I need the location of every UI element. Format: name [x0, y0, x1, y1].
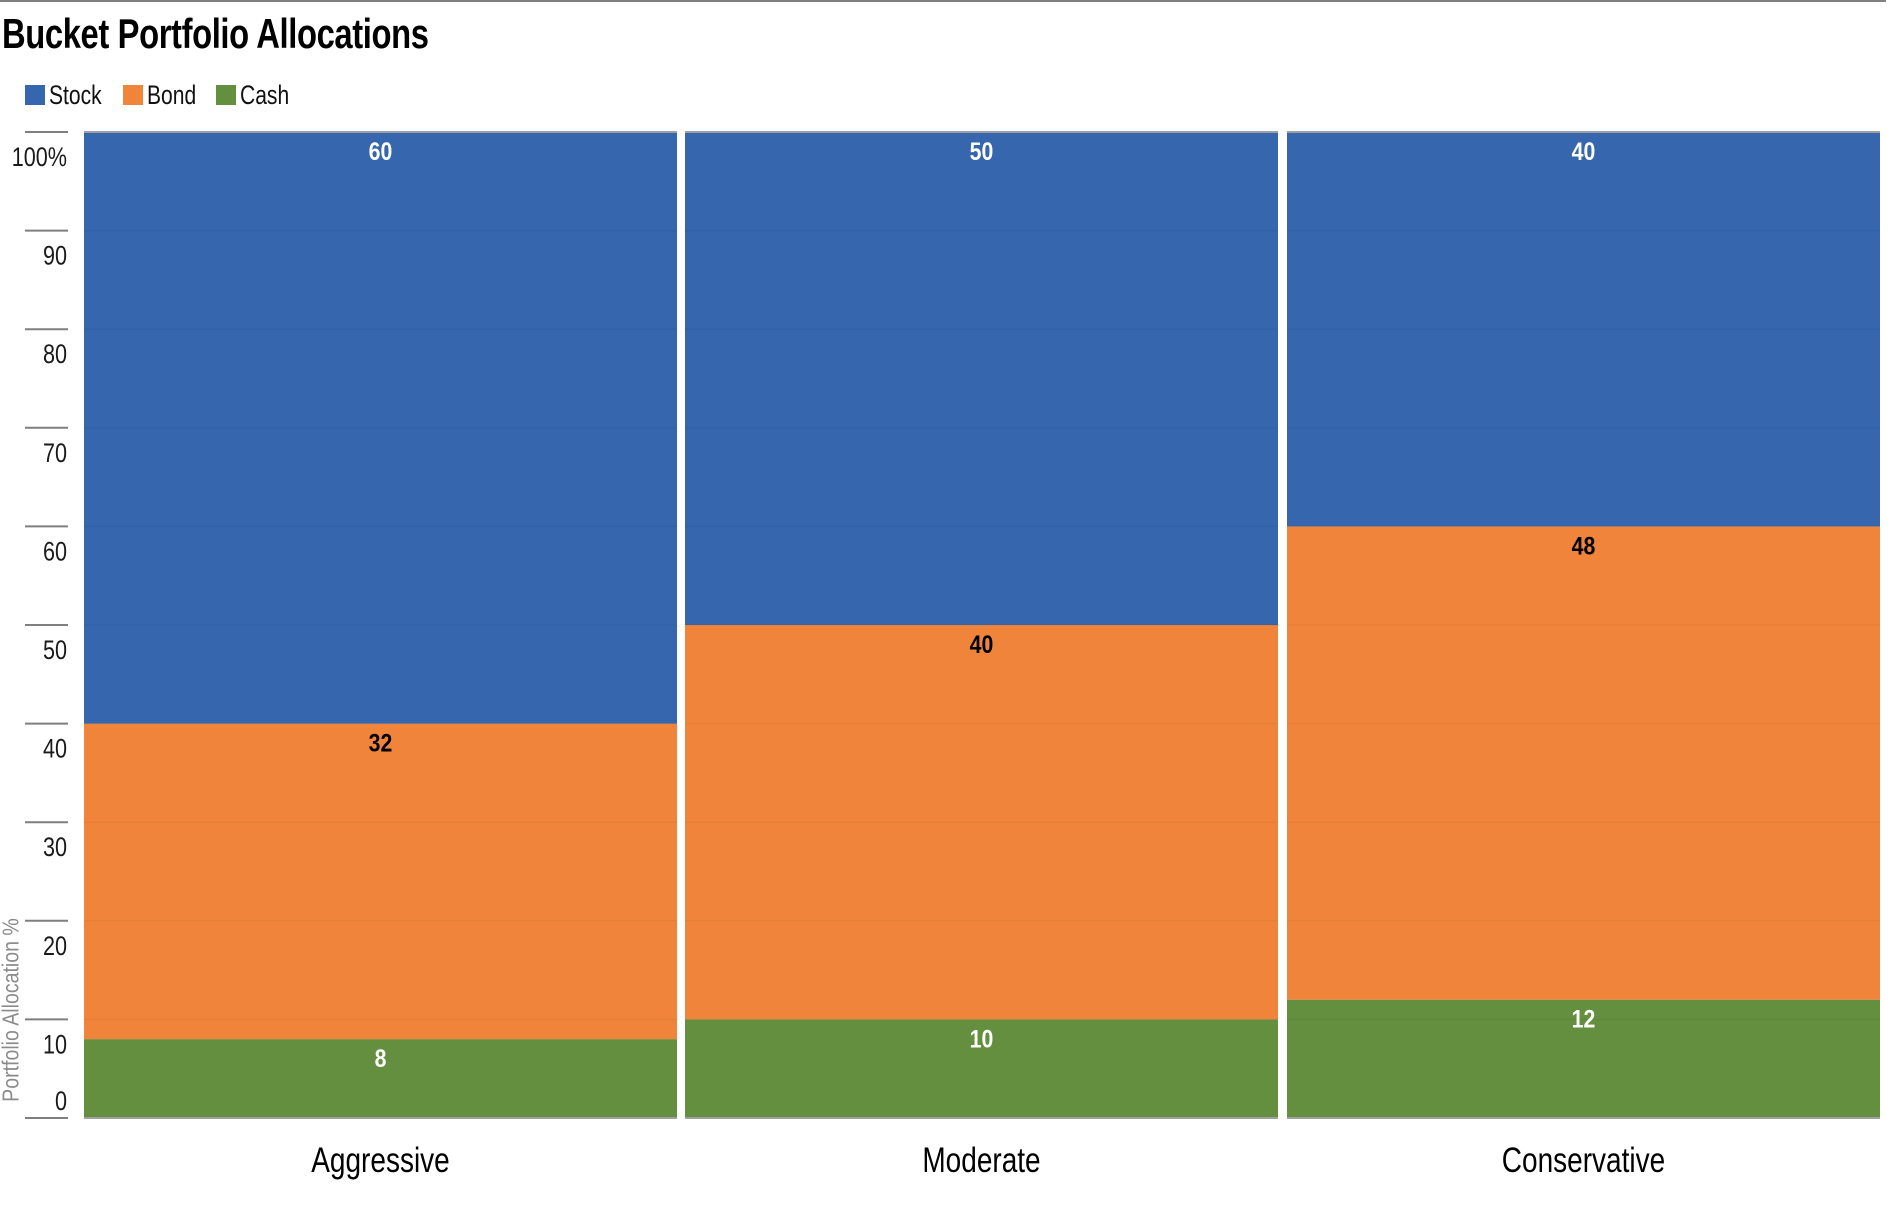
data-label-conservative-cash: 12	[1572, 1005, 1596, 1033]
bar-segment-moderate-stock	[685, 132, 1278, 625]
bar-segment-aggressive-bond	[84, 723, 677, 1040]
y-tick-label-50: 50	[43, 636, 67, 666]
x-axis: Aggressive Moderate Conservative	[311, 1140, 1665, 1180]
y-tick-label-100: 100%	[12, 143, 67, 173]
stacked-bar-chart: 8 32 60 10 40 50 12 48 40 0 10 20 30 40 50 60 70 80 90 100…	[12, 131, 1880, 1180]
x-tick-label-moderate: Moderate	[922, 1140, 1040, 1180]
y-tick-label-10: 10	[43, 1030, 67, 1060]
y-tick-label-80: 80	[43, 340, 67, 370]
data-label-aggressive-stock: 60	[369, 137, 393, 165]
y-tick-label-0: 0	[55, 1087, 67, 1117]
data-label-moderate-stock: 50	[970, 137, 994, 165]
y-tick-label-90: 90	[43, 241, 67, 271]
y-tick-label-20: 20	[43, 932, 67, 962]
data-label-conservative-stock: 40	[1572, 137, 1596, 165]
data-label-conservative-bond: 48	[1572, 532, 1596, 560]
y-tick-label-40: 40	[43, 734, 67, 764]
data-label-aggressive-bond: 32	[369, 729, 393, 757]
y-tick-label-70: 70	[43, 439, 67, 469]
data-label-moderate-bond: 40	[970, 630, 994, 658]
data-label-aggressive-cash: 8	[375, 1044, 387, 1072]
bar-segment-conservative-bond	[1287, 526, 1880, 1000]
x-tick-label-conservative: Conservative	[1502, 1140, 1665, 1180]
data-label-moderate-cash: 10	[970, 1025, 994, 1053]
y-tick-label-30: 30	[43, 833, 67, 863]
y-axis-title: Portfolio Allocation %	[0, 918, 24, 1102]
y-tick-label-60: 60	[43, 537, 67, 567]
x-tick-label-aggressive: Aggressive	[311, 1140, 449, 1180]
